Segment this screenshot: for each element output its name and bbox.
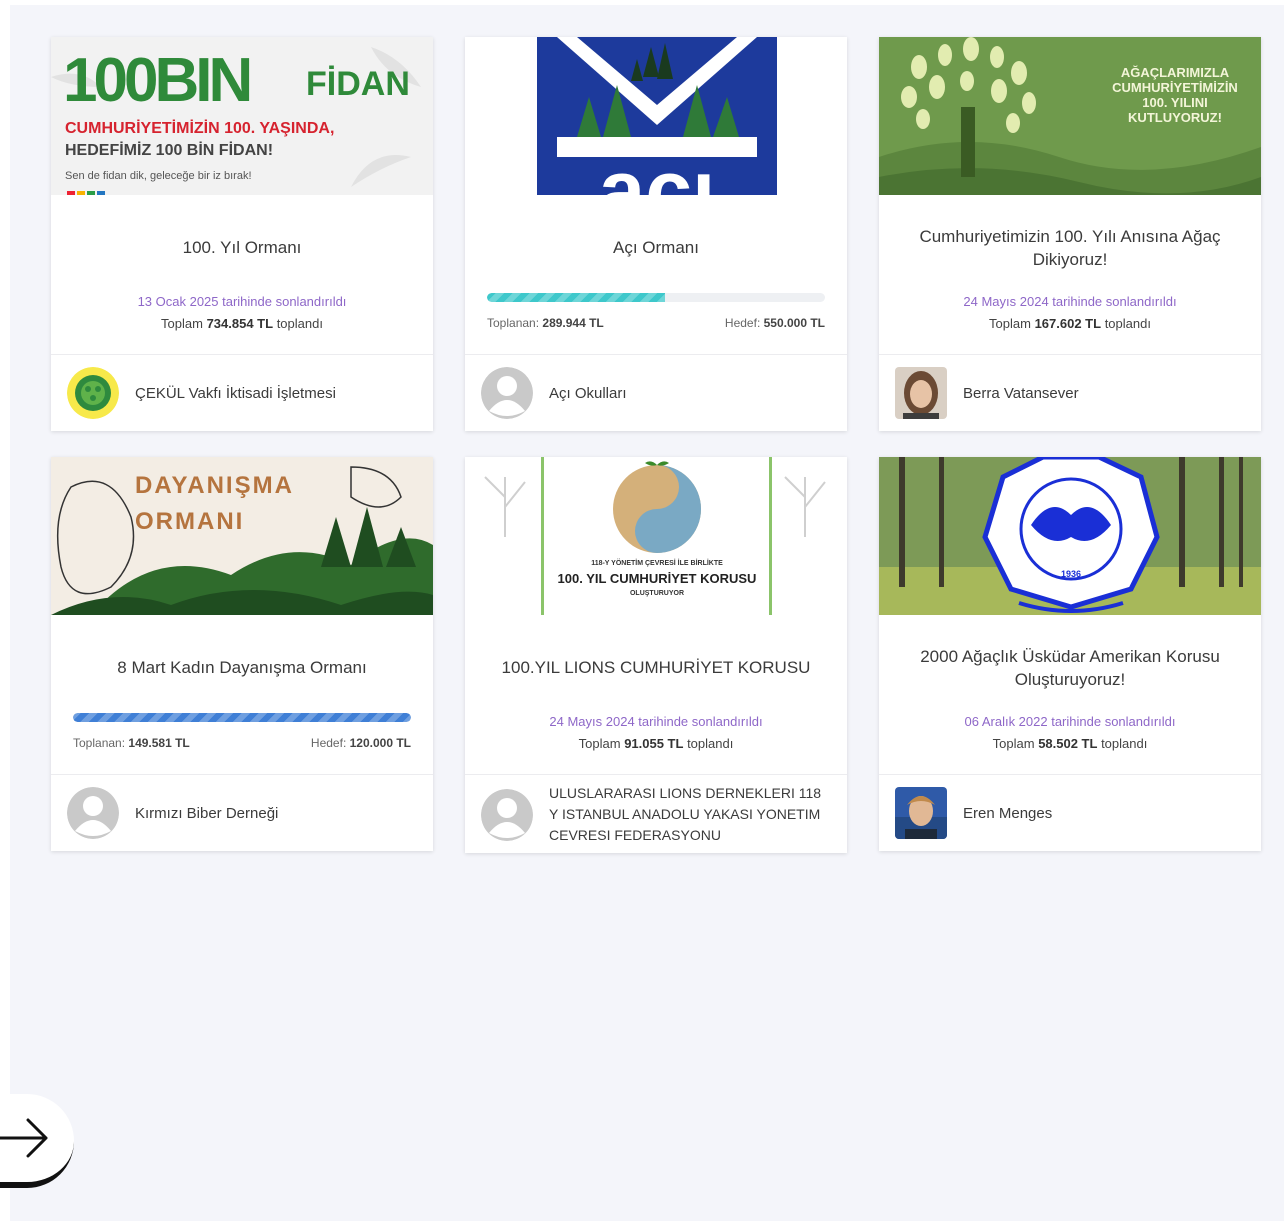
organizer-name[interactable]: ÇEKÜL Vakfı İktisadi İşletmesi xyxy=(135,355,419,431)
campaign-total: Toplam 58.502 TL toplandı xyxy=(992,736,1148,751)
campaign-organizer[interactable]: ULUSLARARASI LIONS DERNEKLERI 118 Y ISTA… xyxy=(465,774,847,853)
organizer-name[interactable]: ULUSLARARASI LIONS DERNEKLERI 118 Y ISTA… xyxy=(549,775,833,853)
organizer-name[interactable]: Kırmızı Biber Derneği xyxy=(135,775,419,851)
campaign-title[interactable]: 8 Mart Kadın Dayanışma Ormanı xyxy=(69,656,415,679)
svg-text:CUMHURİYETİMİZİN 100. YAŞINDA,: CUMHURİYETİMİZİN 100. YAŞINDA, xyxy=(65,119,334,137)
svg-text:AĞAÇLARIMIZLA: AĞAÇLARIMIZLA xyxy=(1121,65,1230,80)
campaign-title[interactable]: 100. Yıl Ormanı xyxy=(69,236,415,259)
campaign-organizer[interactable]: ÇEKÜL Vakfı İktisadi İşletmesi xyxy=(51,354,433,431)
svg-text:100. YILINI: 100. YILINI xyxy=(1142,95,1208,110)
campaign-banner-image: 118-Y YÖNETİM ÇEVRESİ İLE BİRLİKTE 100. … xyxy=(465,457,847,615)
svg-text:DAYANIŞMA: DAYANIŞMA xyxy=(135,472,294,499)
campaign-card-cumhuriyet-agac[interactable]: AĞAÇLARIMIZLA CUMHURİYETİMİZİN 100. YILI… xyxy=(879,37,1261,431)
svg-text:ORMANI: ORMANI xyxy=(135,508,244,535)
campaign-title[interactable]: Açı Ormanı xyxy=(483,236,829,259)
campaign-total: Toplam 167.602 TL toplandı xyxy=(989,316,1151,331)
target-amount: Hedef: 550.000 TL xyxy=(724,316,825,330)
organizer-avatar xyxy=(67,367,119,419)
campaign-total: Toplam 734.854 TL toplandı xyxy=(161,316,323,331)
campaign-ended-date: 06 Aralık 2022 tarihinde sonlandırıldı xyxy=(964,714,1176,729)
campaign-title[interactable]: 2000 Ağaçlık Üsküdar Amerikan Korusu Olu… xyxy=(897,645,1243,691)
svg-text:CUMHURİYETİMİZİN: CUMHURİYETİMİZİN xyxy=(1112,80,1238,95)
user-placeholder-icon xyxy=(67,787,119,839)
campaign-organizer[interactable]: Açı Okulları xyxy=(465,354,847,431)
svg-text:OLUŞTURUYOR: OLUŞTURUYOR xyxy=(630,590,684,597)
campaign-card-lions-korusu[interactable]: 118-Y YÖNETİM ÇEVRESİ İLE BİRLİKTE 100. … xyxy=(465,457,847,853)
svg-text:118-Y YÖNETİM ÇEVRESİ İLE BİRL: 118-Y YÖNETİM ÇEVRESİ İLE BİRLİKTE xyxy=(591,558,723,567)
campaign-card-100-yil-ormani[interactable]: 100BIN FİDAN CUMHURİYETİMİZİN 100. YAŞIN… xyxy=(51,37,433,431)
organizer-name[interactable]: Berra Vatansever xyxy=(963,355,1247,431)
campaign-organizer[interactable]: Kırmızı Biber Derneği xyxy=(51,774,433,851)
user-placeholder-icon xyxy=(481,367,533,419)
campaign-banner-image: 100BIN FİDAN CUMHURİYETİMİZİN 100. YAŞIN… xyxy=(51,37,433,195)
organizer-avatar xyxy=(895,787,947,839)
banner-100bin-text: 100BIN xyxy=(63,46,249,115)
campaign-grid: 100BIN FİDAN CUMHURİYETİMİZİN 100. YAŞIN… xyxy=(10,5,1284,1221)
campaign-banner-image: açı xyxy=(465,37,847,195)
campaign-banner-image: 1936 xyxy=(879,457,1261,615)
collected-amount: Toplanan: 289.944 TL xyxy=(487,316,604,330)
svg-text:1936: 1936 xyxy=(1061,569,1081,579)
organizer-name[interactable]: Açı Okulları xyxy=(549,355,833,431)
svg-text:açı: açı xyxy=(599,143,716,195)
svg-text:KUTLUYORUZ!: KUTLUYORUZ! xyxy=(1128,110,1222,125)
svg-text:HEDEFİMİZ 100 BİN FİDAN!: HEDEFİMİZ 100 BİN FİDAN! xyxy=(65,141,273,159)
campaign-ended-date: 13 Ocak 2025 tarihinde sonlandırıldı xyxy=(137,294,347,309)
campaign-card-8-mart[interactable]: DAYANIŞMA ORMANI 8 Mart Kadın Dayanışma … xyxy=(51,457,433,851)
campaign-progress-bar xyxy=(487,293,825,302)
svg-text:FİDAN: FİDAN xyxy=(306,65,410,103)
organizer-avatar xyxy=(895,367,947,419)
svg-text:100. YIL CUMHURİYET KORUSU: 100. YIL CUMHURİYET KORUSU xyxy=(558,571,757,586)
campaign-ended-date: 24 Mayıs 2024 tarihinde sonlandırıldı xyxy=(549,714,763,729)
campaign-banner-image: DAYANIŞMA ORMANI xyxy=(51,457,433,615)
campaign-card-uskudar-amerikan[interactable]: 1936 2000 Ağaçlık Üsküdar Amerikan Korus… xyxy=(879,457,1261,851)
campaign-card-aci-ormani[interactable]: açı Açı Ormanı Toplanan: 289.944 TL Hede… xyxy=(465,37,847,431)
progress-fill xyxy=(73,713,411,722)
organizer-name[interactable]: Eren Menges xyxy=(963,775,1247,851)
campaign-ended-date: 24 Mayıs 2024 tarihinde sonlandırıldı xyxy=(963,294,1177,309)
campaign-organizer[interactable]: Eren Menges xyxy=(879,774,1261,851)
progress-fill xyxy=(487,293,666,302)
svg-text:Sen de fidan dik, geleceğe bir: Sen de fidan dik, geleceğe bir iz bırak! xyxy=(65,170,252,182)
campaign-banner-image: AĞAÇLARIMIZLA CUMHURİYETİMİZİN 100. YILI… xyxy=(879,37,1261,195)
user-placeholder-icon xyxy=(481,789,533,841)
campaign-organizer[interactable]: Berra Vatansever xyxy=(879,354,1261,431)
campaign-progress-bar xyxy=(73,713,411,722)
campaign-title[interactable]: 100.YIL LIONS CUMHURİYET KORUSU xyxy=(483,656,829,679)
target-amount: Hedef: 120.000 TL xyxy=(310,736,411,750)
campaign-title[interactable]: Cumhuriyetimizin 100. Yılı Anısına Ağaç … xyxy=(897,225,1243,271)
collected-amount: Toplanan: 149.581 TL xyxy=(73,736,190,750)
campaign-total: Toplam 91.055 TL toplandı xyxy=(578,736,734,751)
arrow-right-icon xyxy=(0,1118,48,1158)
